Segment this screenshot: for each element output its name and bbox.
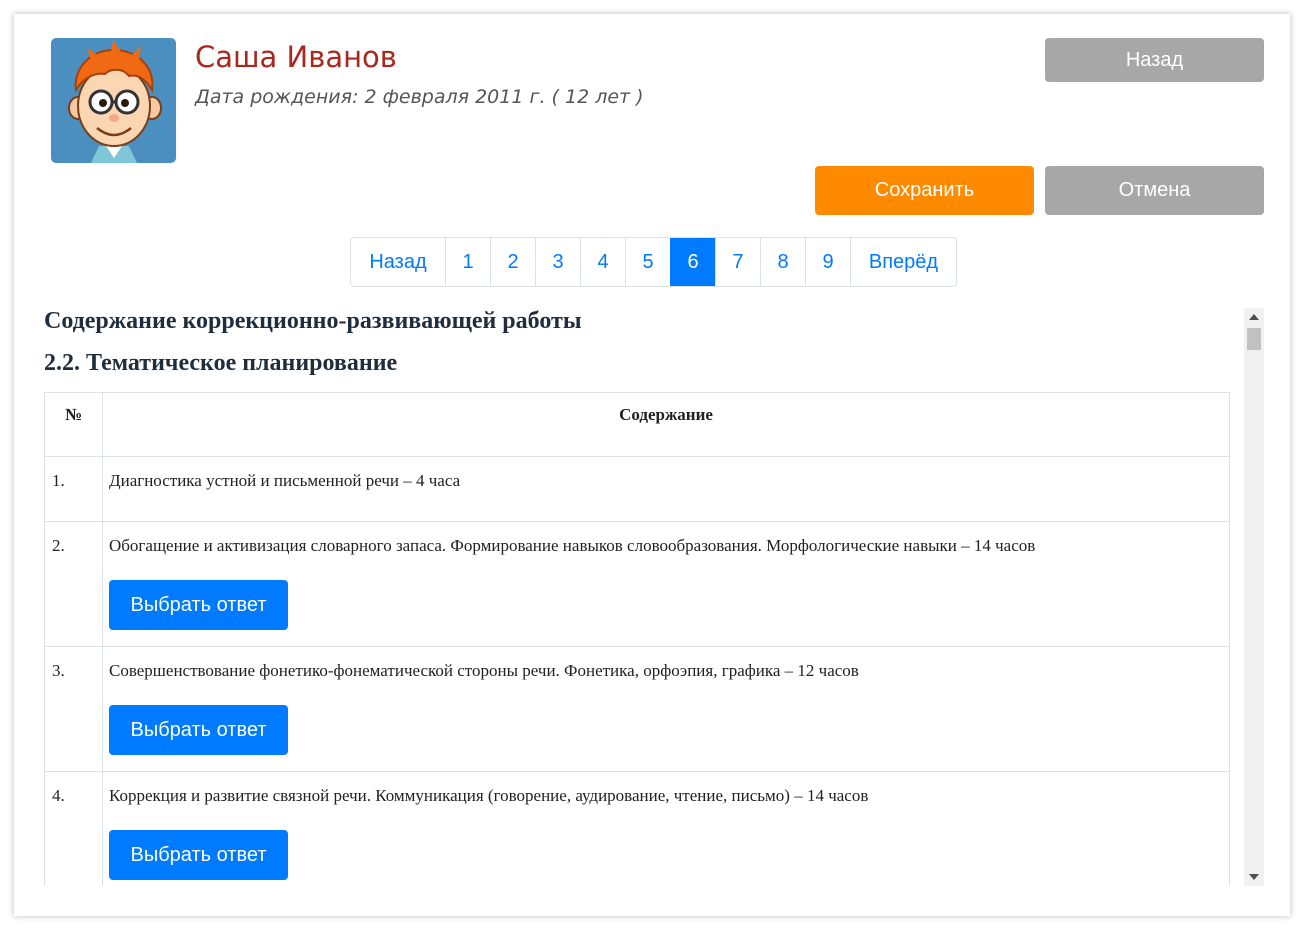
back-button[interactable]: Назад bbox=[1045, 38, 1264, 82]
page-next-button[interactable]: Вперёд bbox=[850, 238, 956, 286]
table-row: 3. Совершенствование фонетико-фонематиче… bbox=[44, 646, 1230, 772]
page-2[interactable]: 2 bbox=[490, 238, 535, 286]
row-number: 2. bbox=[44, 521, 103, 647]
choose-answer-button[interactable]: Выбрать ответ bbox=[109, 580, 288, 630]
row-text: Коррекция и развитие связной речи. Комму… bbox=[109, 786, 869, 805]
avatar bbox=[51, 38, 176, 163]
save-button[interactable]: Сохранить bbox=[815, 166, 1034, 215]
row-number: 3. bbox=[44, 646, 103, 772]
table-row: 4. Коррекция и развитие связной речи. Ко… bbox=[44, 771, 1230, 886]
row-content: Совершенствование фонетико-фонематическо… bbox=[102, 646, 1230, 772]
column-header-num: № bbox=[44, 392, 103, 457]
subsection-title: 2.2. Тематическое планирование bbox=[44, 350, 398, 376]
row-number: 4. bbox=[44, 771, 103, 886]
table-row: 1. Диагностика устной и письменной речи … bbox=[44, 456, 1230, 522]
vertical-scrollbar[interactable] bbox=[1244, 308, 1264, 886]
pagination: Назад 1 2 3 4 5 6 7 8 9 Вперёд bbox=[350, 237, 957, 287]
page-4[interactable]: 4 bbox=[580, 238, 625, 286]
row-content: Коррекция и развитие связной речи. Комму… bbox=[102, 771, 1230, 886]
page-6-active[interactable]: 6 bbox=[670, 238, 715, 286]
scroll-up-arrow-icon[interactable] bbox=[1249, 314, 1259, 320]
section-title: Содержание коррекционно-развивающей рабо… bbox=[44, 308, 582, 334]
page-3[interactable]: 3 bbox=[535, 238, 580, 286]
page-prev-button[interactable]: Назад bbox=[351, 238, 445, 286]
plan-table: № Содержание 1. Диагностика устной и пис… bbox=[44, 392, 1230, 886]
table-row: 2. Обогащение и активизация словарного з… bbox=[44, 521, 1230, 647]
student-card: Саша Иванов Дата рождения: 2 февраля 201… bbox=[14, 14, 1290, 916]
choose-answer-button[interactable]: Выбрать ответ bbox=[109, 705, 288, 755]
page-9[interactable]: 9 bbox=[805, 238, 850, 286]
scrollbar-thumb[interactable] bbox=[1247, 328, 1261, 350]
row-number: 1. bbox=[44, 456, 103, 522]
page-8[interactable]: 8 bbox=[760, 238, 805, 286]
row-text: Обогащение и активизация словарного запа… bbox=[109, 536, 1036, 555]
content-scroll-area[interactable]: Содержание коррекционно-развивающей рабо… bbox=[14, 308, 1264, 886]
table-header-row: № Содержание bbox=[44, 392, 1230, 457]
scroll-down-arrow-icon[interactable] bbox=[1249, 874, 1259, 880]
cancel-button[interactable]: Отмена bbox=[1045, 166, 1264, 215]
birth-date: Дата рождения: 2 февраля 2011 г. ( 12 ле… bbox=[195, 86, 644, 108]
column-header-content: Содержание bbox=[102, 392, 1230, 457]
page-5[interactable]: 5 bbox=[625, 238, 670, 286]
row-content: Обогащение и активизация словарного запа… bbox=[102, 521, 1230, 647]
student-name: Саша Иванов bbox=[195, 40, 397, 74]
boy-cartoon-avatar-icon bbox=[51, 38, 176, 163]
row-text: Диагностика устной и письменной речи – 4… bbox=[109, 471, 461, 490]
row-content: Диагностика устной и письменной речи – 4… bbox=[102, 456, 1230, 522]
page-1[interactable]: 1 bbox=[445, 238, 490, 286]
choose-answer-button[interactable]: Выбрать ответ bbox=[109, 830, 288, 880]
row-text: Совершенствование фонетико-фонематическо… bbox=[109, 661, 859, 680]
page-7[interactable]: 7 bbox=[715, 238, 760, 286]
